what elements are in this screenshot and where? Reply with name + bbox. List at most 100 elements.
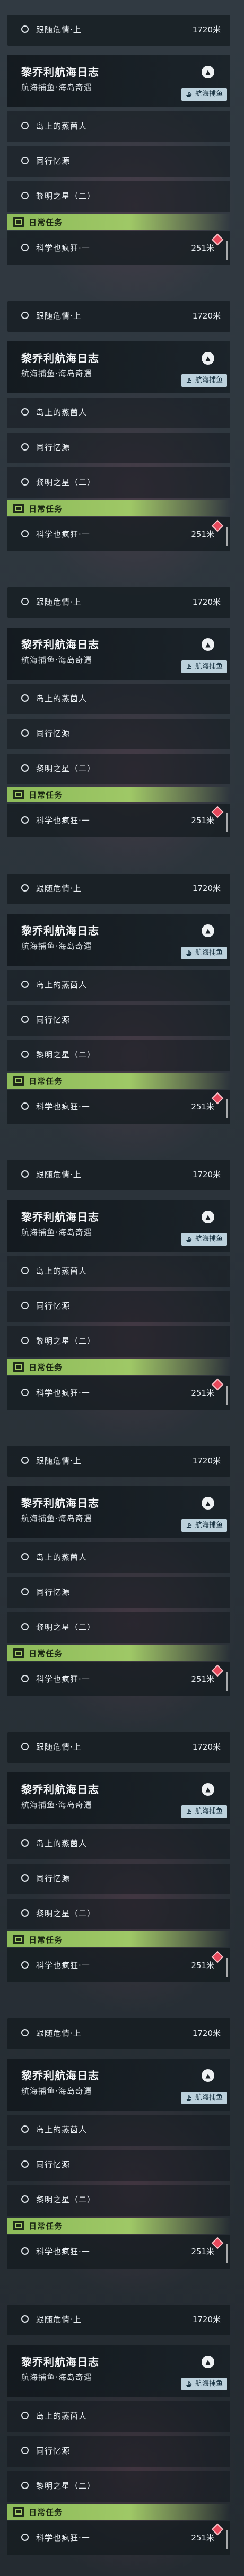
quest-item[interactable]: 同行忆源: [7, 2150, 230, 2181]
tracked-quest-row[interactable]: 跟随危情·上 1720米: [7, 1160, 230, 1190]
quest-item[interactable]: 同行忆源: [7, 1577, 230, 1608]
chapter-title: 黎乔利航海日志: [21, 1783, 99, 1796]
quest-chapter-header[interactable]: 黎乔利航海日志 航海捕鱼·海岛奇遇 ▲ 航海捕鱼: [7, 1486, 230, 1538]
tracked-quest-row[interactable]: 跟随危情·上 1720米: [7, 15, 230, 46]
quest-item-label: 岛上的蒸菌人: [36, 1839, 88, 1848]
daily-quest-row[interactable]: 科学也疯狂·一 251米: [7, 1376, 230, 1410]
daily-task-header[interactable]: 日常任务: [7, 214, 230, 230]
scrollbar[interactable]: [226, 527, 228, 546]
chapter-badge-label: 航海捕鱼: [195, 949, 223, 957]
daily-quest-row[interactable]: 科学也疯狂·一 251米: [7, 2521, 230, 2555]
chevron-up-icon[interactable]: ▲: [202, 1497, 214, 1510]
ship-icon: [186, 950, 192, 956]
chevron-up-icon[interactable]: ▲: [202, 638, 214, 651]
quest-item[interactable]: 同行忆源: [7, 2436, 230, 2467]
daily-task-header[interactable]: 日常任务: [7, 1073, 230, 1089]
quest-item[interactable]: 同行忆源: [7, 1005, 230, 1036]
daily-quest-row[interactable]: 科学也疯狂·一 251米: [7, 517, 230, 551]
daily-quest-row[interactable]: 科学也疯狂·一 251米: [7, 1662, 230, 1696]
quest-item[interactable]: 岛上的蒸菌人: [7, 1829, 230, 1859]
chevron-up-icon[interactable]: ▲: [202, 1783, 214, 1796]
quest-item[interactable]: 同行忆源: [7, 719, 230, 749]
tracked-quest-distance: 1720米: [192, 597, 221, 607]
quest-item[interactable]: 黎明之星（二）: [7, 1040, 230, 1071]
quest-item[interactable]: 黎明之星（二）: [7, 1899, 230, 1929]
tracked-quest-row[interactable]: 跟随危情·上 1720米: [7, 1732, 230, 1763]
scrollbar[interactable]: [226, 1672, 228, 1691]
quest-item[interactable]: 同行忆源: [7, 1291, 230, 1322]
quest-item[interactable]: 黎明之星（二）: [7, 181, 230, 212]
quest-item[interactable]: 黎明之星（二）: [7, 2471, 230, 2502]
quest-item[interactable]: 同行忆源: [7, 433, 230, 463]
scrollbar[interactable]: [226, 1386, 228, 1405]
quest-item[interactable]: 黎明之星（二）: [7, 1326, 230, 1357]
scrollbar[interactable]: [226, 2244, 228, 2263]
quest-item[interactable]: 岛上的蒸菌人: [7, 1256, 230, 1287]
scrollbar[interactable]: [226, 1099, 228, 1118]
quest-chapter-header[interactable]: 黎乔利航海日志 航海捕鱼·海岛奇遇 ▲ 航海捕鱼: [7, 914, 230, 966]
chevron-up-icon[interactable]: ▲: [202, 2356, 214, 2368]
daily-task-header[interactable]: 日常任务: [7, 2218, 230, 2234]
quest-item[interactable]: 同行忆源: [7, 1864, 230, 1894]
tracked-quest-row[interactable]: 跟随危情·上 1720米: [7, 1446, 230, 1477]
daily-task-header[interactable]: 日常任务: [7, 500, 230, 516]
daily-task-header[interactable]: 日常任务: [7, 1359, 230, 1375]
chapter-badge: 航海捕鱼: [181, 1233, 227, 1246]
scrollbar[interactable]: [226, 813, 228, 832]
tracked-quest-label: 跟随危情·上: [36, 311, 82, 321]
quest-chapter-header[interactable]: 黎乔利航海日志 航海捕鱼·海岛奇遇 ▲ 航海捕鱼: [7, 55, 230, 107]
quest-chapter-header[interactable]: 黎乔利航海日志 航海捕鱼·海岛奇遇 ▲ 航海捕鱼: [7, 341, 230, 393]
tracked-quest-label: 跟随危情·上: [36, 2315, 82, 2324]
chevron-up-icon[interactable]: ▲: [202, 66, 214, 78]
chevron-up-icon[interactable]: ▲: [202, 2069, 214, 2082]
scrollbar[interactable]: [226, 1958, 228, 1977]
daily-quest-label: 科学也疯狂·一: [36, 1674, 90, 1684]
quest-item[interactable]: 黎明之星（二）: [7, 754, 230, 784]
daily-quest-row[interactable]: 科学也疯狂·一 251米: [7, 804, 230, 837]
tracked-quest-label: 跟随危情·上: [36, 1456, 82, 1466]
quest-item[interactable]: 岛上的蒸菌人: [7, 111, 230, 142]
daily-quest-row[interactable]: 科学也疯狂·一 251米: [7, 231, 230, 265]
daily-task-header[interactable]: 日常任务: [7, 1931, 230, 1947]
quest-item[interactable]: 岛上的蒸菌人: [7, 2115, 230, 2146]
quest-item-label: 黎明之星（二）: [36, 764, 96, 773]
tracked-quest-row[interactable]: 跟随危情·上 1720米: [7, 874, 230, 904]
daily-task-header[interactable]: 日常任务: [7, 1645, 230, 1661]
quest-item[interactable]: 岛上的蒸菌人: [7, 684, 230, 714]
quest-item[interactable]: 岛上的蒸菌人: [7, 970, 230, 1001]
quest-chapter-header[interactable]: 黎乔利航海日志 航海捕鱼·海岛奇遇 ▲ 航海捕鱼: [7, 628, 230, 680]
daily-task-header[interactable]: 日常任务: [7, 2504, 230, 2520]
daily-quest-row[interactable]: 科学也疯狂·一 251米: [7, 1948, 230, 1982]
daily-quest-row[interactable]: 科学也疯狂·一 251米: [7, 1090, 230, 1124]
chapter-badge-label: 航海捕鱼: [195, 90, 223, 98]
quest-chapter-header[interactable]: 黎乔利航海日志 航海捕鱼·海岛奇遇 ▲ 航海捕鱼: [7, 1772, 230, 1824]
quest-item[interactable]: 岛上的蒸菌人: [7, 2401, 230, 2432]
tracked-quest-row[interactable]: 跟随危情·上 1720米: [7, 301, 230, 332]
chevron-up-icon[interactable]: ▲: [202, 1211, 214, 1223]
scrollbar[interactable]: [226, 241, 228, 260]
quest-chapter-header[interactable]: 黎乔利航海日志 航海捕鱼·海岛奇遇 ▲ 航海捕鱼: [7, 2345, 230, 2397]
scrollbar[interactable]: [226, 2530, 228, 2549]
chevron-up-icon[interactable]: ▲: [202, 924, 214, 937]
circle-icon: [21, 1302, 29, 1309]
daily-task-header[interactable]: 日常任务: [7, 787, 230, 802]
quest-item[interactable]: 黎明之星（二）: [7, 2185, 230, 2216]
quest-item[interactable]: 黎明之星（二）: [7, 467, 230, 498]
tracked-quest-row[interactable]: 跟随危情·上 1720米: [7, 2018, 230, 2049]
chevron-up-icon[interactable]: ▲: [202, 352, 214, 365]
tracked-quest-row[interactable]: 跟随危情·上 1720米: [7, 587, 230, 618]
chapter-title: 黎乔利航海日志: [21, 638, 99, 651]
quest-chapter-header[interactable]: 黎乔利航海日志 航海捕鱼·海岛奇遇 ▲ 航海捕鱼: [7, 2059, 230, 2111]
quest-item-label: 岛上的蒸菌人: [36, 1552, 88, 1562]
daily-task-icon: [13, 1362, 24, 1372]
circle-icon: [21, 1588, 29, 1595]
quest-chapter-header[interactable]: 黎乔利航海日志 航海捕鱼·海岛奇遇 ▲ 航海捕鱼: [7, 1200, 230, 1252]
quest-item[interactable]: 黎明之星（二）: [7, 1612, 230, 1643]
quest-item[interactable]: 同行忆源: [7, 146, 230, 177]
tracked-quest-row[interactable]: 跟随危情·上 1720米: [7, 2305, 230, 2335]
quest-item[interactable]: 岛上的蒸菌人: [7, 1542, 230, 1573]
circle-icon: [21, 2029, 29, 2036]
quest-item[interactable]: 岛上的蒸菌人: [7, 398, 230, 428]
daily-quest-row[interactable]: 科学也疯狂·一 251米: [7, 2235, 230, 2269]
circle-icon: [21, 1016, 29, 1023]
